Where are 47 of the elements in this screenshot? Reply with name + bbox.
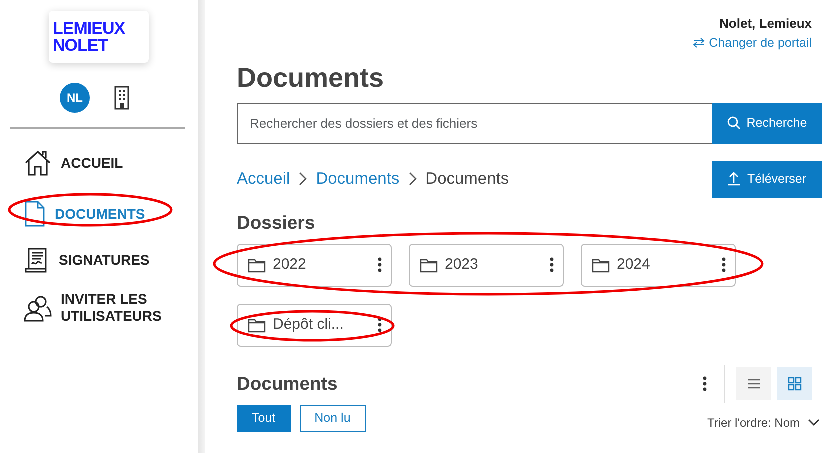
upload-icon bbox=[727, 172, 742, 186]
kebab-icon[interactable] bbox=[377, 257, 383, 274]
document-icon bbox=[24, 201, 46, 227]
users-icon bbox=[24, 294, 52, 322]
sort-dropdown[interactable]: Trier l'ordre: Nom bbox=[707, 414, 820, 432]
kebab-icon[interactable] bbox=[377, 317, 383, 334]
folder-card[interactable]: 2023 bbox=[409, 244, 564, 287]
breadcrumb-link[interactable]: Accueil bbox=[237, 166, 290, 192]
swap-icon bbox=[693, 38, 706, 48]
breadcrumb-link[interactable]: Documents bbox=[426, 166, 510, 192]
chevron-icon bbox=[298, 172, 308, 186]
chevron-icon bbox=[408, 172, 418, 186]
nav-item[interactable]: ACCUEIL bbox=[0, 149, 198, 177]
logo-text: LEMIEUX bbox=[53, 20, 126, 37]
grid-icon bbox=[788, 376, 802, 391]
search-field[interactable]: Rechercher des dossiers et des fichiers bbox=[237, 102, 712, 144]
folder-icon bbox=[420, 258, 438, 273]
view-toggle[interactable] bbox=[736, 367, 771, 400]
chevron-down-icon bbox=[808, 418, 820, 427]
logo-text: NOLET bbox=[53, 37, 110, 54]
search-button[interactable]: Recherche bbox=[712, 102, 822, 144]
portal-link[interactable]: Changer de portail bbox=[693, 34, 812, 52]
list-icon bbox=[746, 376, 760, 391]
folder-card[interactable]: 2024 bbox=[581, 244, 736, 287]
folder-card[interactable]: 2022 bbox=[237, 244, 392, 287]
avatar[interactable]: NL bbox=[60, 83, 90, 113]
folder-icon bbox=[592, 258, 610, 273]
kebab-icon[interactable] bbox=[549, 257, 555, 274]
filter-button[interactable]: Tout bbox=[237, 404, 291, 432]
kebab-icon[interactable] bbox=[721, 257, 727, 274]
home-icon bbox=[24, 149, 52, 177]
nav-item[interactable]: SIGNATURES bbox=[0, 247, 198, 273]
breadcrumb-link[interactable]: Documents bbox=[316, 166, 400, 192]
section-title: Dossiers bbox=[237, 212, 316, 234]
search-icon bbox=[726, 116, 741, 130]
section-title: Documents bbox=[237, 372, 338, 395]
folder-icon bbox=[248, 318, 266, 333]
page-title: Documents bbox=[237, 62, 386, 95]
filter-button[interactable]: Non lu bbox=[300, 404, 366, 432]
nav-item[interactable]: INVITER LES UTILISATEURS bbox=[0, 291, 198, 325]
view-toggle[interactable] bbox=[777, 367, 812, 400]
folder-icon bbox=[248, 258, 266, 273]
upload-button[interactable]: Téléverser bbox=[712, 160, 822, 198]
nav-item[interactable]: DOCUMENTS bbox=[0, 201, 198, 227]
user-name: Nolet, Lemieux bbox=[720, 15, 812, 33]
building-icon bbox=[114, 86, 130, 110]
kebab-icon[interactable] bbox=[702, 376, 708, 392]
